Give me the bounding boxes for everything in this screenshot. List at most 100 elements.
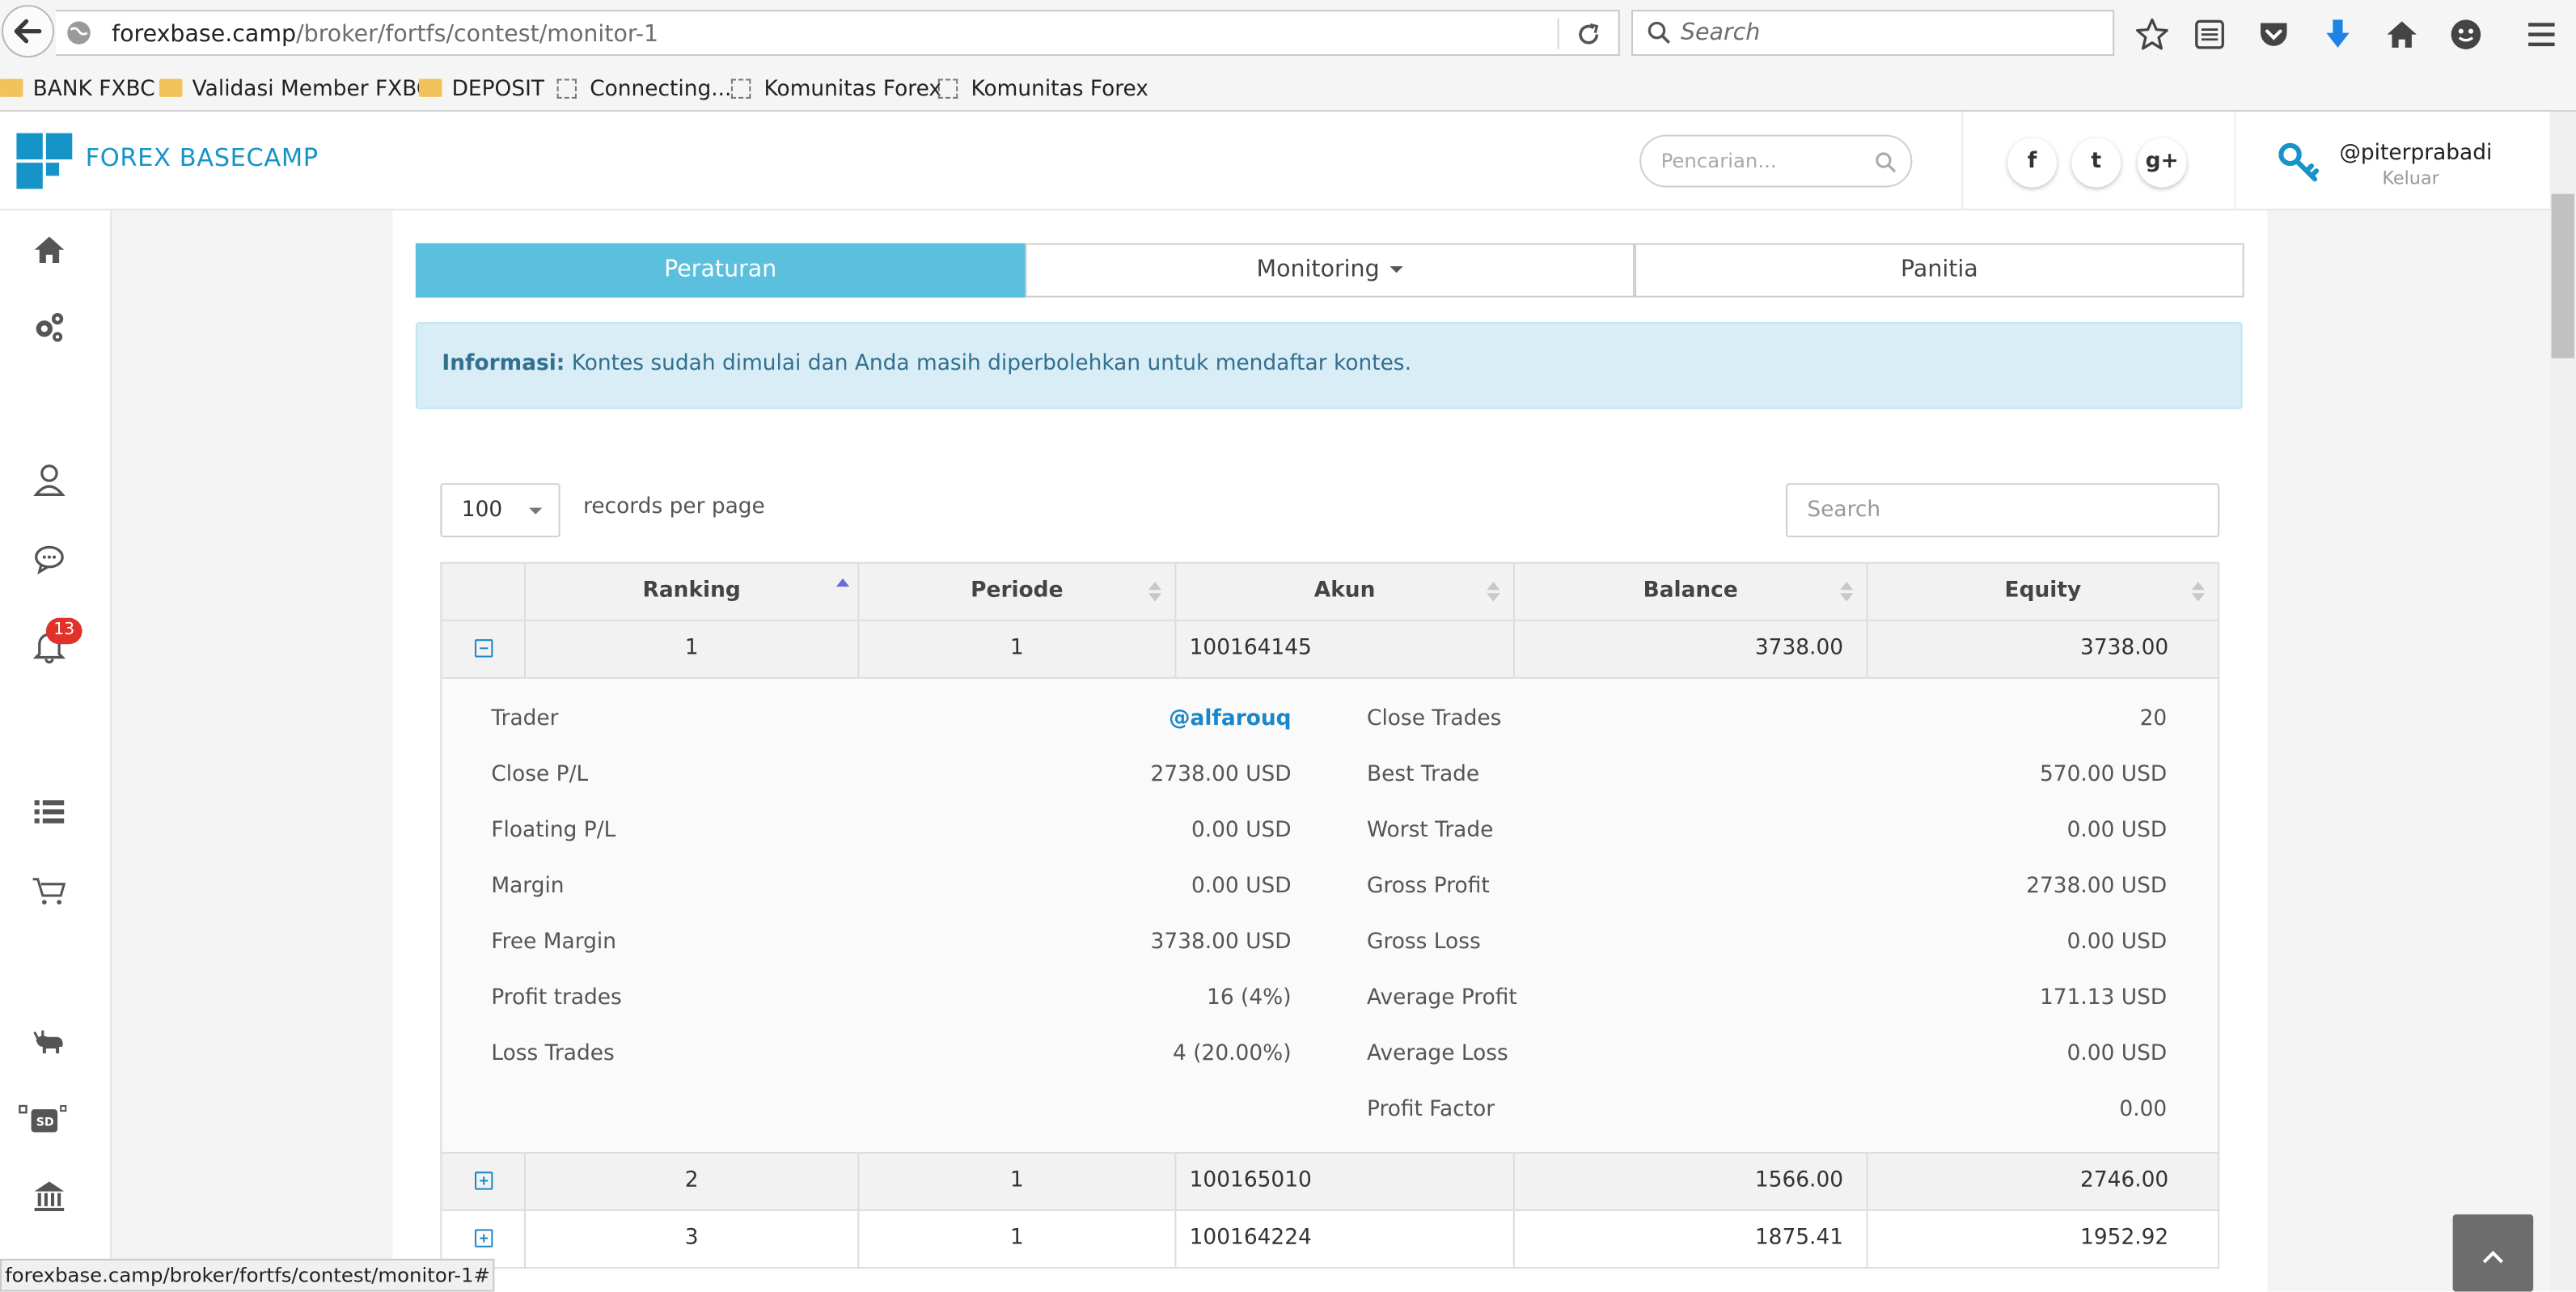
cart-icon[interactable] (32, 873, 68, 909)
reading-list-icon[interactable] (2192, 16, 2228, 53)
detail-label: Average Loss (1367, 1041, 1508, 1067)
detail-label: Worst Trade (1367, 818, 1494, 844)
detail-value: 0.00 USD (2066, 818, 2168, 844)
back-arrow-icon (14, 19, 42, 44)
sort-icon (1487, 582, 1500, 602)
key-icon[interactable] (2277, 142, 2320, 184)
url-bar[interactable]: forexbase.camp/broker/fortfs/contest/mon… (56, 10, 1620, 57)
chat-icon[interactable] (32, 540, 68, 577)
logout-link[interactable]: Keluar (2382, 167, 2439, 189)
browser-search-input[interactable]: Search (1631, 10, 2115, 57)
sort-icon (1840, 582, 1854, 602)
tab-panitia[interactable]: Panitia (1635, 243, 2244, 298)
twitter-icon[interactable]: t (2071, 138, 2121, 188)
detail-label: Profit trades (491, 985, 622, 1011)
column-header-toggle (440, 561, 524, 621)
per-page-label: records per page (583, 494, 765, 519)
bull-icon[interactable] (32, 1026, 68, 1062)
tab-monitoring[interactable]: Monitoring (1025, 243, 1635, 298)
caret-down-icon (1390, 266, 1404, 273)
home-icon[interactable] (32, 231, 68, 268)
url-text: forexbase.camp/broker/fortfs/contest/mon… (112, 21, 659, 48)
facebook-icon[interactable]: f (2007, 138, 2058, 188)
status-bar-url: forexbase.camp/broker/fortfs/contest/mon… (0, 1258, 496, 1292)
detail-label: Close Trades (1367, 706, 1502, 731)
site-search-input[interactable]: Pencarian... (1639, 134, 1913, 188)
cell-akun: 100165010 (1174, 1153, 1513, 1212)
username[interactable]: @piterprabadi (2340, 142, 2493, 166)
user-icon[interactable] (32, 462, 68, 498)
row-toggle-cell[interactable] (440, 621, 524, 679)
detail-label: Profit Factor (1367, 1097, 1495, 1123)
cell-balance: 3738.00 (1512, 621, 1867, 679)
detail-label: Average Profit (1367, 985, 1517, 1011)
expand-icon[interactable] (475, 1229, 493, 1248)
detail-value: 20 (2139, 706, 2168, 731)
bank-icon[interactable] (32, 1178, 68, 1214)
column-header-akun[interactable]: Akun (1174, 561, 1513, 621)
cell-equity: 3738.00 (1866, 621, 2220, 679)
bookmark-item[interactable]: Komunitas Forex (937, 77, 1148, 102)
download-icon[interactable] (2320, 16, 2356, 53)
gears-icon[interactable] (32, 309, 68, 345)
list-icon[interactable] (32, 794, 68, 830)
tab-peraturan[interactable]: Peraturan (415, 243, 1026, 298)
row-detail-panel (440, 678, 2220, 1154)
detail-value: 2738.00 USD (2026, 874, 2168, 900)
column-header-equity[interactable]: Equity (1866, 561, 2220, 621)
browser-search-placeholder: Search (1680, 19, 1761, 46)
svg-text:SD: SD (36, 1116, 54, 1129)
bookmark-item[interactable]: Connecting... (556, 77, 731, 102)
detail-label: Free Margin (491, 930, 616, 955)
google-plus-icon[interactable]: g+ (2137, 138, 2187, 188)
pocket-icon[interactable] (2256, 16, 2292, 53)
brand-name[interactable]: FOREX BASECAMP (86, 143, 319, 173)
cell-periode: 1 (857, 1211, 1175, 1269)
bookmark-item[interactable]: Validasi Member FXBC (159, 77, 431, 102)
bookmark-star-icon[interactable] (2134, 16, 2171, 53)
cell-periode: 1 (857, 621, 1175, 679)
detail-label: Floating P/L (491, 818, 616, 844)
back-button[interactable] (2, 5, 55, 58)
logo-icon[interactable] (16, 133, 73, 189)
scroll-to-top-button[interactable] (2452, 1214, 2534, 1292)
detail-label: Close P/L (491, 762, 589, 787)
records-per-page-select[interactable]: 100 (440, 483, 560, 538)
cell-akun: 100164224 (1174, 1211, 1513, 1269)
cell-periode: 1 (857, 1153, 1175, 1212)
trader-link[interactable]: @alfarouq (1169, 706, 1291, 731)
header-divider (2234, 112, 2236, 210)
smiley-icon[interactable] (2448, 16, 2485, 53)
sort-asc-icon (835, 578, 850, 587)
folder-icon (418, 78, 442, 97)
tab-monitoring-label: Monitoring (1256, 256, 1380, 283)
detail-label: Best Trade (1367, 762, 1480, 787)
bookmark-item[interactable]: DEPOSIT (418, 77, 544, 102)
info-alert: Informasi: Kontes sudah dimulai dan Anda… (415, 322, 2243, 409)
expand-icon[interactable] (475, 1171, 493, 1190)
column-header-periode[interactable]: Periode (857, 561, 1175, 621)
bookmark-item[interactable]: BANK FXBC (0, 77, 155, 102)
row-toggle-cell[interactable] (440, 1153, 524, 1212)
folder-icon (0, 78, 23, 97)
home-browser-icon[interactable] (2384, 16, 2420, 53)
sort-icon (2191, 582, 2205, 602)
bookmark-item[interactable]: Komunitas Forex (730, 77, 941, 102)
scrollbar-thumb[interactable] (2551, 193, 2574, 358)
sd-card-icon[interactable]: SD (18, 1103, 67, 1139)
cell-balance: 1875.41 (1512, 1211, 1867, 1269)
search-icon[interactable] (1875, 151, 1897, 174)
hamburger-menu-icon[interactable] (2523, 16, 2560, 53)
chevron-down-icon (529, 507, 543, 515)
column-header-ranking[interactable]: Ranking (523, 561, 858, 621)
site-header: FOREX BASECAMP Pencarian... f t g+ @pite… (0, 112, 2550, 210)
page-icon (730, 78, 751, 99)
folder-icon (159, 78, 183, 97)
column-header-balance[interactable]: Balance (1512, 561, 1867, 621)
header-divider (1961, 112, 1964, 210)
url-separator (1557, 18, 1559, 49)
collapse-icon[interactable] (475, 639, 493, 658)
reload-icon[interactable] (1576, 21, 1602, 48)
table-search-input[interactable]: Search (1785, 483, 2220, 538)
site-search-placeholder: Pencarian... (1660, 149, 1777, 173)
